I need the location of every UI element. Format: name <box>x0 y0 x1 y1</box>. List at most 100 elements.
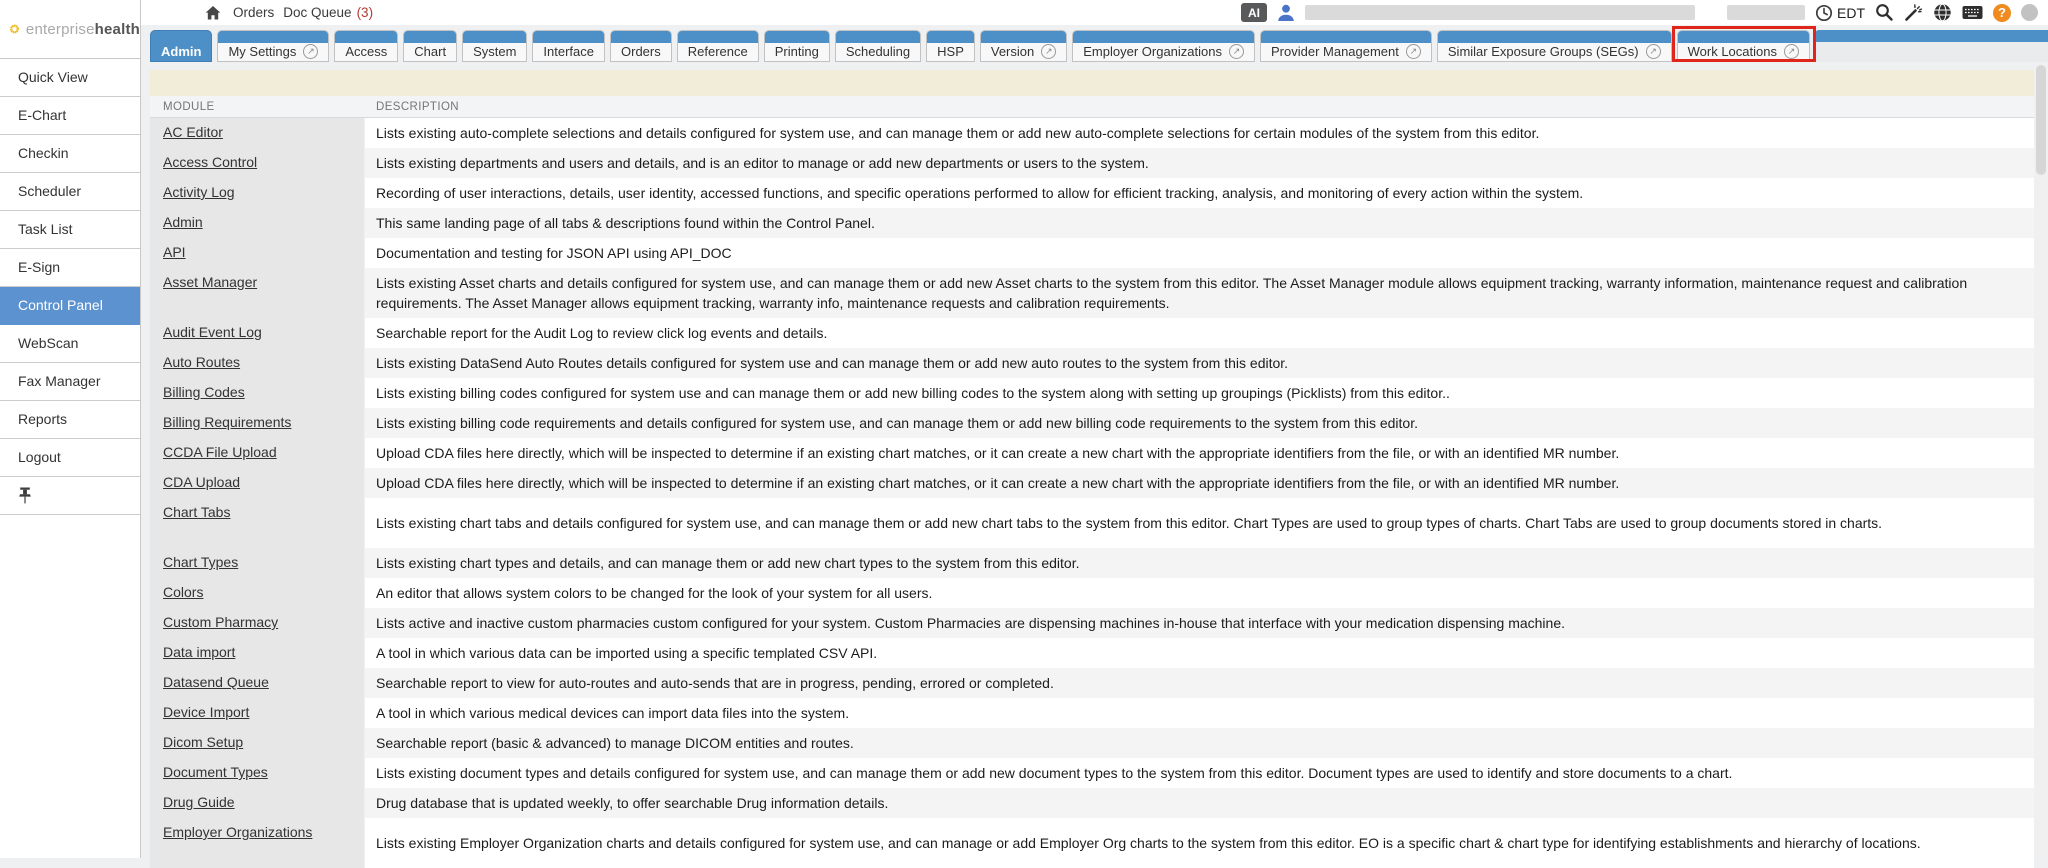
sidebar-item-webscan[interactable]: WebScan <box>0 325 140 363</box>
module-cell: Employer Organizations <box>150 818 365 868</box>
sidebar: Quick View E-Chart Checkin Scheduler Tas… <box>0 59 141 858</box>
tab-interface[interactable]: Interface <box>532 30 605 62</box>
table-row: Audit Event Log Searchable report for th… <box>150 318 2034 348</box>
external-link-icon: ↗ <box>1229 44 1244 59</box>
module-link[interactable]: API <box>163 244 186 260</box>
table-row: Drug Guide Drug database that is updated… <box>150 788 2034 818</box>
table-row: Auto Routes Lists existing DataSend Auto… <box>150 348 2034 378</box>
module-link[interactable]: Audit Event Log <box>163 324 262 340</box>
module-link[interactable]: AC Editor <box>163 124 223 140</box>
external-link-icon: ↗ <box>1406 44 1421 59</box>
module-link[interactable]: Access Control <box>163 154 257 170</box>
sidebar-item-checkin[interactable]: Checkin <box>0 135 140 173</box>
module-link[interactable]: Employer Organizations <box>163 824 312 840</box>
tab-hsp[interactable]: HSP <box>926 30 975 62</box>
main-content: MODULE DESCRIPTION AC Editor Lists exist… <box>142 62 2048 858</box>
avatar[interactable] <box>2021 4 2038 21</box>
tab-reference[interactable]: Reference <box>677 30 759 62</box>
module-link[interactable]: Dicom Setup <box>163 734 243 750</box>
module-description: Searchable report (basic & advanced) to … <box>365 728 2034 758</box>
sidebar-item-scheduler[interactable]: Scheduler <box>0 173 140 211</box>
table-row: Custom Pharmacy Lists active and inactiv… <box>150 608 2034 638</box>
tab-label: System <box>473 44 516 59</box>
tab-work-locations[interactable]: Work Locations ↗ <box>1677 30 1810 62</box>
help-icon[interactable]: ? <box>1993 4 2011 22</box>
module-link[interactable]: Data import <box>163 644 235 660</box>
module-cell: Access Control <box>150 148 365 178</box>
module-description: Lists active and inactive custom pharmac… <box>365 608 2034 638</box>
sidebar-items: Quick View E-Chart Checkin Scheduler Tas… <box>0 59 140 477</box>
tab-my-settings[interactable]: My Settings ↗ <box>217 30 329 62</box>
module-description: Lists existing Employer Organization cha… <box>365 818 2034 868</box>
module-link[interactable]: Datasend Queue <box>163 674 269 690</box>
external-link-icon: ↗ <box>303 44 318 59</box>
sidebar-item-logout[interactable]: Logout <box>0 439 140 477</box>
module-cell: Audit Event Log <box>150 318 365 348</box>
module-link[interactable]: Colors <box>163 584 203 600</box>
tab-label: Employer Organizations <box>1083 44 1222 59</box>
tab-chart[interactable]: Chart <box>403 30 457 62</box>
tab-orders[interactable]: Orders <box>610 30 672 62</box>
external-link-icon: ↗ <box>1784 44 1799 59</box>
tab-label: Admin <box>161 44 201 59</box>
module-cell: Colors <box>150 578 365 608</box>
tab-provider-management[interactable]: Provider Management ↗ <box>1260 30 1432 62</box>
module-description: This same landing page of all tabs & des… <box>365 208 2034 238</box>
table-header: MODULE DESCRIPTION <box>150 96 2034 118</box>
home-icon[interactable] <box>205 5 221 21</box>
module-link[interactable]: Custom Pharmacy <box>163 614 278 630</box>
module-link[interactable]: Chart Tabs <box>163 504 230 520</box>
tab-label: Work Locations <box>1688 44 1777 59</box>
sidebar-item-quick-view[interactable]: Quick View <box>0 59 140 97</box>
table-row: Access Control Lists existing department… <box>150 148 2034 178</box>
module-link[interactable]: Asset Manager <box>163 274 257 290</box>
sidebar-item-e-sign[interactable]: E-Sign <box>0 249 140 287</box>
sidebar-item-task-list[interactable]: Task List <box>0 211 140 249</box>
table-row: Datasend Queue Searchable report to view… <box>150 668 2034 698</box>
module-link[interactable]: Admin <box>163 214 203 230</box>
sidebar-item-control-panel[interactable]: Control Panel <box>0 287 140 325</box>
user-icon[interactable] <box>1277 4 1295 22</box>
tab-similar-exposure-groups-segs[interactable]: Similar Exposure Groups (SEGs) ↗ <box>1437 30 1672 62</box>
tab-printing[interactable]: Printing <box>764 30 830 62</box>
tab-scheduling[interactable]: Scheduling <box>835 30 921 62</box>
vertical-scrollbar[interactable] <box>2034 62 2048 858</box>
module-link[interactable]: Billing Requirements <box>163 414 291 430</box>
tab-version[interactable]: Version ↗ <box>980 30 1067 62</box>
ai-badge[interactable]: AI <box>1241 3 1267 22</box>
keyboard-icon[interactable] <box>1962 5 1983 20</box>
breadcrumb: Orders Doc Queue (3) <box>205 5 373 21</box>
wand-icon[interactable] <box>1904 3 1923 22</box>
tab-admin[interactable]: Admin <box>150 30 212 62</box>
tab-employer-organizations[interactable]: Employer Organizations ↗ <box>1072 30 1255 62</box>
timezone-control[interactable]: EDT <box>1815 4 1865 22</box>
module-link[interactable]: Document Types <box>163 764 268 780</box>
search-icon[interactable] <box>1875 3 1894 22</box>
module-link[interactable]: Chart Types <box>163 554 238 570</box>
table-row: Dicom Setup Searchable report (basic & a… <box>150 728 2034 758</box>
module-link[interactable]: CCDA File Upload <box>163 444 277 460</box>
module-cell: Document Types <box>150 758 365 788</box>
module-link[interactable]: Drug Guide <box>163 794 235 810</box>
tab-label: My Settings <box>228 44 296 59</box>
scrollbar-thumb[interactable] <box>2036 65 2046 175</box>
breadcrumb-doc-queue[interactable]: Doc Queue <box>283 5 351 20</box>
tab-label: Chart <box>414 44 446 59</box>
tab-system[interactable]: System <box>462 30 527 62</box>
module-description: Drug database that is updated weekly, to… <box>365 788 2034 818</box>
module-link[interactable]: CDA Upload <box>163 474 240 490</box>
module-link[interactable]: Device Import <box>163 704 249 720</box>
module-link[interactable]: Activity Log <box>163 184 235 200</box>
breadcrumb-orders[interactable]: Orders <box>233 5 274 20</box>
tab-access[interactable]: Access <box>334 30 398 62</box>
sidebar-item-fax-manager[interactable]: Fax Manager <box>0 363 140 401</box>
pin-sidebar-button[interactable] <box>0 477 140 515</box>
module-link[interactable]: Auto Routes <box>163 354 240 370</box>
tab-label: Provider Management <box>1271 44 1399 59</box>
sidebar-item-e-chart[interactable]: E-Chart <box>0 97 140 135</box>
globe-icon[interactable] <box>1933 3 1952 22</box>
content-header-band <box>150 70 2048 96</box>
external-link-icon: ↗ <box>1646 44 1661 59</box>
sidebar-item-reports[interactable]: Reports <box>0 401 140 439</box>
module-link[interactable]: Billing Codes <box>163 384 245 400</box>
